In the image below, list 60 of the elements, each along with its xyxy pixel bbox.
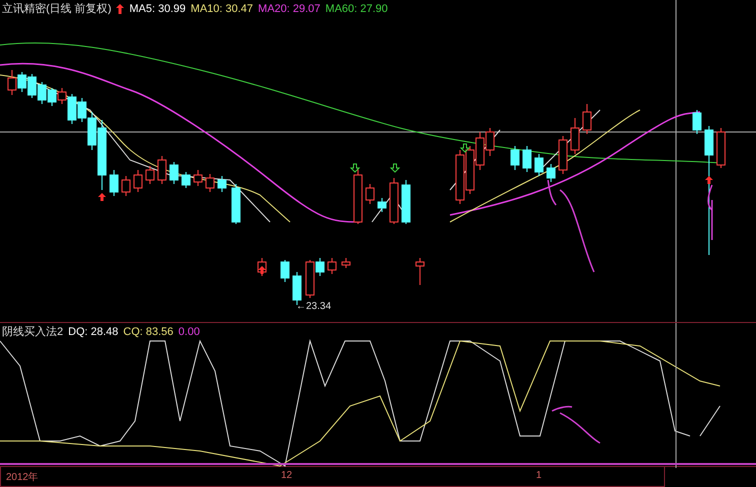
candlestick (476, 132, 484, 170)
indicator-value: 0.00 (178, 326, 200, 338)
low-price-label: ←23.34 (296, 301, 332, 312)
candlestick (48, 88, 56, 106)
candlestick (146, 166, 154, 184)
candlestick (354, 168, 362, 224)
candlestick (182, 172, 190, 188)
hand-drawn-mark (707, 184, 713, 241)
up-arrow-icon (705, 176, 713, 184)
candlestick (280, 260, 290, 282)
chart-title: 立讯精密(日线 前复权) (2, 2, 112, 16)
candlestick (232, 184, 240, 224)
moving-average-value: MA10: 30.47 (190, 2, 254, 14)
candlestick (486, 128, 494, 156)
candlestick (328, 258, 336, 274)
candlestick (534, 154, 544, 176)
candlestick (342, 258, 350, 268)
candlestick (378, 198, 386, 212)
candlestick (522, 146, 532, 172)
candlestick (416, 258, 424, 286)
candlestick (692, 110, 702, 134)
candlestick (570, 118, 580, 154)
candlestick (366, 184, 374, 204)
candlestick (158, 156, 166, 184)
indicator-value: DQ: 28.48 (68, 326, 118, 338)
down-arrow-icon (460, 144, 470, 153)
candlestick (582, 104, 592, 134)
candlestick (390, 178, 398, 224)
moving-average-value: MA60: 27.90 (325, 2, 388, 14)
moving-average-value: MA20: 29.07 (258, 2, 320, 14)
candlestick (110, 170, 118, 196)
down-arrow-icon (390, 164, 400, 173)
candlestick (38, 82, 46, 104)
candlestick (546, 164, 556, 182)
candlestick (558, 136, 568, 174)
candlestick (218, 176, 226, 192)
up-arrow-icon (258, 266, 266, 274)
candlestick (456, 150, 464, 204)
candlestick (206, 174, 214, 192)
candlestick (170, 162, 178, 184)
hand-drawn-mark (551, 406, 601, 444)
candlestick (510, 146, 520, 170)
candlestick (28, 74, 36, 98)
moving-average-value: MA5: 30.99 (129, 2, 186, 14)
candlestick (8, 70, 16, 96)
up-arrow-icon (98, 193, 106, 201)
candlestick (18, 72, 26, 92)
candlestick (122, 176, 130, 196)
up-arrow-icon (116, 4, 124, 14)
down-arrow-icon (350, 164, 360, 173)
candlestick (466, 146, 474, 194)
candlestick (134, 170, 142, 192)
indicator-title: 阴线买入法2 (2, 325, 64, 339)
date-label: 1 (536, 470, 542, 481)
candlestick (716, 128, 726, 168)
indicator-value: CQ: 83.56 (123, 326, 174, 338)
date-label: 12 (281, 470, 292, 481)
candlestick (194, 170, 202, 186)
candlestick (402, 180, 410, 224)
date-label: 2012年 (6, 471, 38, 484)
